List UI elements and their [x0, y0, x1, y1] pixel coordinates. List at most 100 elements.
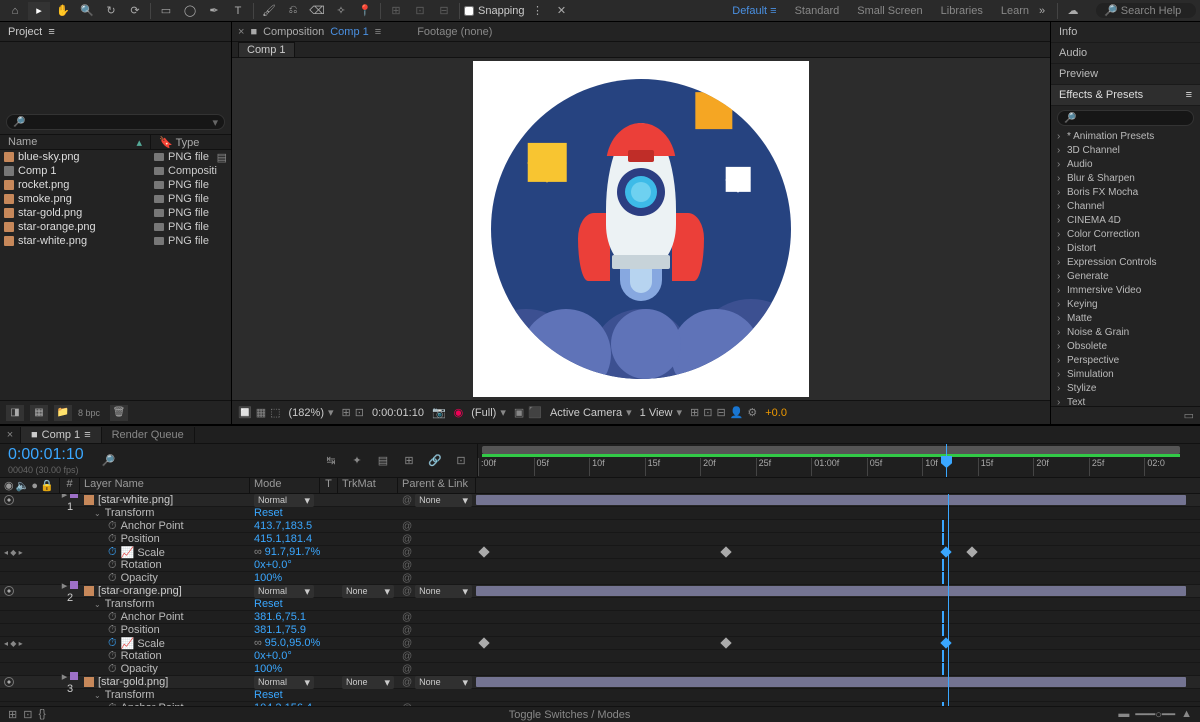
tl-ft1-icon[interactable]: ⊞ — [8, 708, 17, 721]
property-value[interactable]: 0x+0.0° — [254, 559, 292, 571]
tl-comp-tab[interactable]: ■ Comp 1 ≡ — [21, 427, 102, 443]
footage-label[interactable]: Footage (none) — [417, 26, 492, 38]
workspace-default[interactable]: Default ≡ — [732, 5, 776, 17]
current-timecode[interactable]: 0:00:01:10 — [8, 446, 84, 464]
axis-mode-icon[interactable]: ⊞ — [385, 2, 407, 20]
effect-category[interactable]: Channel — [1051, 200, 1200, 214]
col-t[interactable]: T — [320, 478, 338, 493]
axis-mode3-icon[interactable]: ⊟ — [433, 2, 455, 20]
ruler-tick[interactable]: 05f — [534, 458, 590, 476]
col-name[interactable]: Name▴ — [0, 135, 150, 149]
stopwatch-icon[interactable]: ⏱ — [108, 572, 117, 585]
effect-category[interactable]: Color Correction — [1051, 228, 1200, 242]
effect-category[interactable]: Simulation — [1051, 368, 1200, 382]
tl-ft2-icon[interactable]: ⊡ — [23, 708, 32, 721]
workspace-small-screen[interactable]: Small Screen — [857, 5, 922, 17]
expression-pickwhip-icon[interactable]: @ — [402, 521, 412, 532]
col-parent[interactable]: Parent & Link — [398, 478, 476, 493]
effect-category[interactable]: Matte — [1051, 312, 1200, 326]
project-item[interactable]: smoke.pngPNG file — [0, 192, 231, 206]
help-search-input[interactable]: 🔎 Search Help — [1096, 3, 1196, 18]
new-comp-icon[interactable]: ▦ — [30, 405, 48, 421]
col-trkmat[interactable]: TrkMat — [338, 478, 398, 493]
ruler-tick[interactable]: 25f — [756, 458, 812, 476]
rotate-tool-icon[interactable]: ⟳ — [124, 2, 146, 20]
effect-category[interactable]: Audio — [1051, 158, 1200, 172]
property-value[interactable]: 413.7,183.5 — [254, 520, 312, 532]
channel-select-icon[interactable]: ◉ — [454, 406, 464, 419]
visibility-toggle[interactable] — [4, 677, 14, 687]
lock-col-icon[interactable]: 🔒 — [40, 479, 54, 492]
stopwatch-active-icon[interactable]: ⏱ — [108, 637, 117, 650]
transform-group[interactable]: ⌄ Transform Reset — [0, 689, 1200, 702]
effect-category[interactable]: Immersive Video — [1051, 284, 1200, 298]
transform-group[interactable]: ⌄ Transform Reset — [0, 598, 1200, 611]
ellipse-tool-icon[interactable]: ◯ — [179, 2, 201, 20]
property-value[interactable]: 91.7,91.7% — [265, 546, 321, 558]
zoom-tool-icon[interactable]: 🔍 — [76, 2, 98, 20]
v-icon1[interactable]: ⊞ — [690, 406, 699, 419]
tl-tool6-icon[interactable]: ⊡ — [453, 453, 469, 469]
effect-category[interactable]: Text — [1051, 396, 1200, 406]
v-icon3[interactable]: ⊟ — [716, 406, 725, 419]
layer-duration-bar[interactable] — [476, 586, 1186, 596]
stopwatch-icon[interactable]: ⏱ — [108, 702, 117, 707]
expression-pickwhip-icon[interactable]: @ — [402, 560, 412, 571]
effect-category[interactable]: 3D Channel — [1051, 144, 1200, 158]
grid-icon[interactable]: ▦ — [256, 406, 266, 419]
puppet-tool-icon[interactable]: 📍 — [354, 2, 376, 20]
magnify-icon[interactable]: 🔲 — [238, 406, 252, 419]
expression-pickwhip-icon[interactable]: @ — [402, 625, 412, 636]
comp-name[interactable]: Comp 1 — [330, 26, 369, 38]
tl-tool1-icon[interactable]: ↹ — [323, 453, 339, 469]
property-value[interactable]: 95.0,95.0% — [265, 637, 321, 649]
ruler-tick[interactable]: 02:0 — [1144, 458, 1200, 476]
ruler-tick[interactable]: 20f — [1033, 458, 1089, 476]
layer-color-swatch[interactable] — [70, 581, 78, 589]
mask-icon[interactable]: ⬚ — [270, 406, 280, 419]
property-value[interactable]: 104.2,156.4 — [254, 702, 312, 706]
orbit-tool-icon[interactable]: ↻ — [100, 2, 122, 20]
layer-row[interactable]: ▸ 1 [star-white.png] Normal▾ @None▾ — [0, 494, 1200, 507]
transparency-icon[interactable]: ▣ — [514, 406, 524, 419]
keyframe[interactable] — [478, 637, 489, 648]
keyframe[interactable] — [940, 637, 951, 648]
property-value[interactable]: 415.1,181.4 — [254, 533, 312, 545]
stopwatch-icon[interactable]: ⏱ — [108, 663, 117, 676]
visibility-toggle[interactable] — [4, 586, 14, 596]
snapping-toggle[interactable]: Snapping — [464, 5, 525, 17]
res-dropdown[interactable]: (Full)▾ — [471, 406, 506, 419]
viewer-time[interactable]: 0:00:01:10 — [372, 407, 424, 419]
reset-button[interactable]: Reset — [254, 507, 283, 519]
audio-panel-tab[interactable]: Audio — [1051, 43, 1200, 64]
effect-category[interactable]: Generate — [1051, 270, 1200, 284]
effect-category[interactable]: * Animation Presets — [1051, 130, 1200, 144]
effects-panel-header[interactable]: Effects & Presets≡ — [1051, 85, 1200, 106]
channels-icon[interactable]: ⊡ — [355, 406, 364, 419]
tl-tool5-icon[interactable]: 🔗 — [427, 453, 443, 469]
project-item[interactable]: star-gold.pngPNG file — [0, 206, 231, 220]
parent-dropdown[interactable]: None▾ — [415, 585, 472, 598]
blend-mode-dropdown[interactable]: Normal▾ — [254, 676, 314, 689]
keyframe[interactable] — [478, 546, 489, 557]
v-icon4[interactable]: 👤 — [730, 406, 744, 419]
comp-viewer[interactable] — [232, 58, 1050, 400]
camera-dropdown[interactable]: Active Camera▾ — [550, 406, 632, 419]
res-icon[interactable]: ⊞ — [342, 406, 351, 419]
keyframe-nav[interactable]: ◂ ◆ ▸ — [4, 548, 23, 557]
bpc-label[interactable]: 8 bpc — [78, 408, 100, 418]
roto-tool-icon[interactable]: ✧ — [330, 2, 352, 20]
effect-category[interactable]: Perspective — [1051, 354, 1200, 368]
property-value[interactable]: 381.1,75.9 — [254, 624, 306, 636]
preview-panel-tab[interactable]: Preview — [1051, 64, 1200, 85]
ruler-tick[interactable]: 25f — [1089, 458, 1145, 476]
expression-pickwhip-icon[interactable]: @ — [402, 612, 412, 623]
tl-tool2-icon[interactable]: ✦ — [349, 453, 365, 469]
expression-pickwhip-icon[interactable]: @ — [402, 547, 412, 558]
rect-tool-icon[interactable]: ▭ — [155, 2, 177, 20]
visibility-toggle[interactable] — [4, 495, 14, 505]
ruler-tick[interactable]: 10f — [589, 458, 645, 476]
workspace-standard[interactable]: Standard — [795, 5, 840, 17]
effect-category[interactable]: Boris FX Mocha — [1051, 186, 1200, 200]
expression-pickwhip-icon[interactable]: @ — [402, 703, 412, 707]
